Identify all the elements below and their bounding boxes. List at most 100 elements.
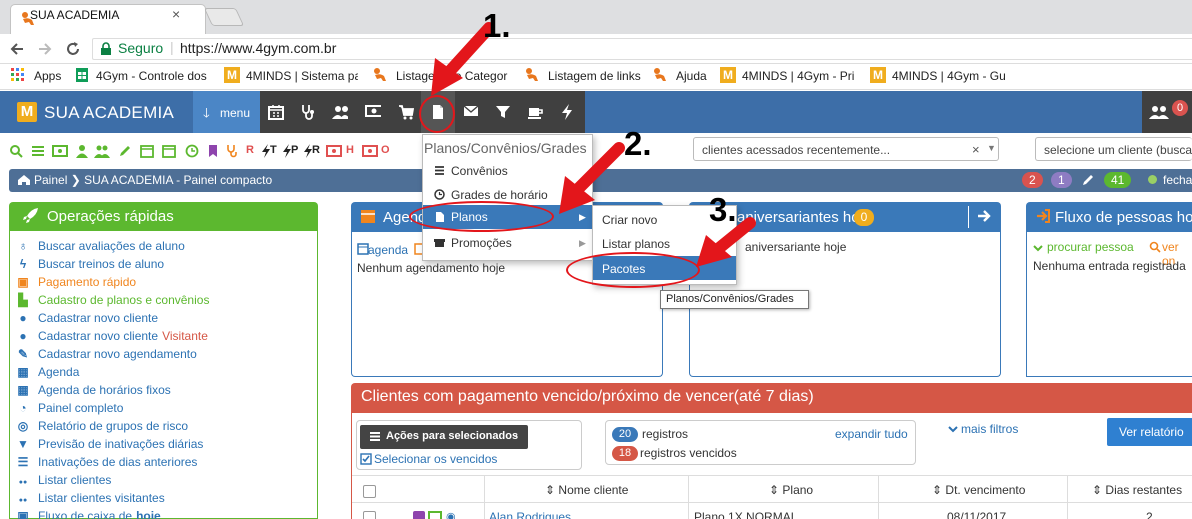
quick-r-label[interactable]: R [246,144,254,156]
select-overdue-link[interactable]: Selecionar os vencidos [374,452,497,466]
quick-op-item[interactable]: ▦ Agenda [16,365,79,379]
bookmark-icon[interactable] [207,144,219,158]
bookmark-4minds-sistema[interactable]: 4MINDS | Sistema pa [246,69,358,83]
back-icon[interactable] [8,40,26,58]
4gym-favicon [374,68,386,81]
quick-op-item[interactable]: ▼ Previsão de inativações diárias [16,437,203,451]
checkbox-checked-icon[interactable] [360,453,372,465]
menu-item-promocoes[interactable]: Promoções [451,236,512,250]
quick-op-item[interactable]: ☰ Inativações de dias anteriores [16,455,198,469]
money-icon[interactable] [365,104,381,120]
quick-op-item[interactable]: ✎ Cadastrar novo agendamento [16,347,197,361]
bookmark-4minds-gu[interactable]: 4MINDS | 4Gym - Gu [892,69,1010,83]
col-header-name[interactable]: ⇕ Nome cliente [545,483,628,497]
home-icon[interactable] [17,174,31,186]
quick-r2-label[interactable]: R [312,144,320,156]
envelope-icon[interactable] [463,104,479,120]
quick-op-item[interactable]: ◔ Painel completo [16,401,123,415]
calendar-icon[interactable] [268,104,284,120]
highlight-ellipse-3 [566,252,700,288]
coffee-icon[interactable] [527,104,543,120]
agenda-tab[interactable]: agenda [368,243,408,257]
close-link[interactable]: fecha [1163,173,1192,187]
info-count-badge[interactable]: 1 [1051,172,1072,188]
cart-icon[interactable] [398,104,414,120]
apps-grid-icon[interactable] [10,67,26,83]
more-filters-link[interactable]: mais filtros [961,422,1018,436]
bookmark-ajuda[interactable]: Ajuda [676,69,707,83]
chevron-down-icon [1033,245,1043,252]
success-count-badge[interactable]: 41 [1104,172,1132,188]
quick-op-item[interactable]: ▣ Fluxo de caixa de hoje [16,509,161,519]
search-icon [1149,241,1161,253]
annotation-step-3: 3. [709,191,737,228]
row-due-date: 08/11/2017 [947,510,1007,519]
quick-p-label[interactable]: P [291,144,298,156]
quick-op-extra: Visitante [162,329,208,343]
pencil-icon[interactable] [1081,173,1095,187]
money-icon[interactable] [362,145,378,157]
row-checkbox[interactable] [363,511,376,519]
quick-op-item[interactable]: ●● Listar clientes visitantes [16,491,165,505]
quick-op-item[interactable]: ◎ Relatório de grupos de risco [16,419,188,433]
stethoscope-icon[interactable] [300,104,316,120]
quick-op-extra: hoje [136,509,161,519]
tab-close-icon[interactable]: × [172,6,180,22]
reload-icon[interactable] [64,40,82,58]
quick-op-item[interactable]: ♁ Buscar avaliações de aluno [16,239,185,253]
bolt-icon[interactable] [561,104,577,120]
arrow-right-icon[interactable] [977,209,991,223]
quick-op-item[interactable]: ▣ Pagamento rápido [16,275,136,289]
users-icon[interactable] [94,144,110,158]
submenu-item-listar-planos[interactable]: Listar planos [602,237,670,251]
money-icon[interactable] [428,511,442,519]
quick-op-label: Agenda de horários fixos [38,383,171,397]
row-client-name[interactable]: Alan Rodrigues [489,510,571,519]
sign-in-icon [1037,209,1050,223]
quick-op-item[interactable]: ●● Listar clientes [16,473,112,487]
alert-count-badge[interactable]: 2 [1022,172,1043,188]
bookmark-4gym-controle[interactable]: 4Gym - Controle dos [96,69,208,83]
select-all-checkbox[interactable] [363,485,376,498]
money-icon[interactable] [52,145,68,157]
recent-clients-select[interactable]: clientes acessados recentemente... [693,137,999,161]
bookmark-apps[interactable]: Apps [34,69,61,83]
bookmark-4minds-pri[interactable]: 4MINDS | 4Gym - Pri [742,69,858,83]
chevron-down-icon[interactable]: ▼ [987,143,996,153]
user-icon[interactable] [76,144,88,158]
quick-op-item[interactable]: ▙ Cadastro de planos e convênios [16,293,209,307]
brand-name[interactable]: SUA ACADEMIA [44,103,174,123]
camera-icon[interactable] [413,511,425,519]
stethoscope-icon[interactable] [226,144,240,158]
quick-op-label: Buscar treinos de aluno [38,257,165,271]
eye-icon[interactable]: ◉ [446,510,456,519]
pencil-icon[interactable] [118,144,132,158]
clock-icon[interactable] [185,144,199,158]
search-person-link[interactable]: procurar pessoa [1047,240,1134,254]
money-icon[interactable] [326,145,342,157]
select-client-input[interactable]: selecione um cliente (busca [1035,137,1192,161]
list-icon[interactable] [31,144,45,158]
forward-icon[interactable] [36,40,54,58]
bookmark-listagem-links[interactable]: Listagem de links [548,69,641,83]
clear-icon[interactable]: × [972,142,980,157]
col-header-due[interactable]: ⇕ Dt. vencimento [932,483,1025,497]
col-header-days[interactable]: ⇕ Dias restantes [1092,483,1182,497]
users-icon[interactable] [332,104,348,120]
quick-op-item[interactable]: ● Cadastrar novo cliente [16,311,158,325]
quick-h-label[interactable]: H [346,144,354,156]
menu-item-grades[interactable]: Grades de horário [451,188,548,202]
quick-op-item[interactable]: ● Cadastrar novo cliente Visitante [16,329,208,343]
col-header-plan[interactable]: ⇕ Plano [769,483,813,497]
quick-op-item[interactable]: ▦ Agenda de horários fixos [16,383,171,397]
calendar-icon[interactable] [140,144,154,158]
expand-all-link[interactable]: expandir tudo [835,427,908,441]
search-icon[interactable] [9,144,23,158]
filter-icon[interactable] [495,104,511,120]
quick-t-label[interactable]: T [270,144,277,156]
calendar-icon[interactable] [162,144,176,158]
quick-op-item[interactable]: ϟ Buscar treinos de aluno [16,257,164,271]
menu-item-convenios[interactable]: Convênios [451,164,508,178]
users-icon: ●● [18,479,28,486]
quick-o-label[interactable]: O [381,144,390,156]
